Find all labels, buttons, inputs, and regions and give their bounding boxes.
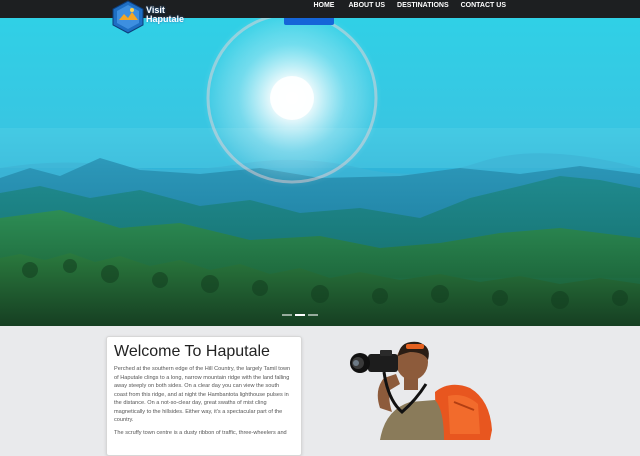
carousel-indicator-2[interactable] <box>295 314 305 316</box>
site-logo[interactable]: Visit Haputale <box>110 0 190 34</box>
carousel-indicator-3[interactable] <box>308 314 318 316</box>
nav-destinations-link[interactable]: DESTINATIONS <box>391 0 455 18</box>
hero-carousel <box>0 18 640 326</box>
welcome-paragraph-1: Perched at the southern edge of the Hill… <box>114 366 291 423</box>
nav-home-link[interactable]: HOME <box>307 0 340 18</box>
logo-line-2: Haputale <box>146 14 185 24</box>
welcome-paragraph-2: The scruffy town centre is a dusty ribbo… <box>114 429 287 436</box>
photographer-image <box>340 330 500 440</box>
carousel-indicators <box>282 314 318 316</box>
nav-contact-us-link[interactable]: CONTACT US <box>455 0 512 18</box>
welcome-card: Welcome To Haputale Perched at the south… <box>106 336 302 456</box>
hero-cta-button[interactable] <box>284 18 334 25</box>
carousel-indicator-1[interactable] <box>282 314 292 316</box>
welcome-title: Welcome To Haputale <box>114 343 270 360</box>
hero-landscape-image <box>0 18 640 326</box>
top-navbar: HOME ABOUT US DESTINATIONS CONTACT US <box>0 0 640 18</box>
logo-text: Visit Haputale <box>146 6 184 24</box>
photographer-illustration <box>350 341 492 440</box>
nav-about-us-link[interactable]: ABOUT US <box>342 0 391 18</box>
logo-hexagon-icon <box>112 0 144 34</box>
main-nav: HOME ABOUT US DESTINATIONS CONTACT US <box>307 0 640 18</box>
